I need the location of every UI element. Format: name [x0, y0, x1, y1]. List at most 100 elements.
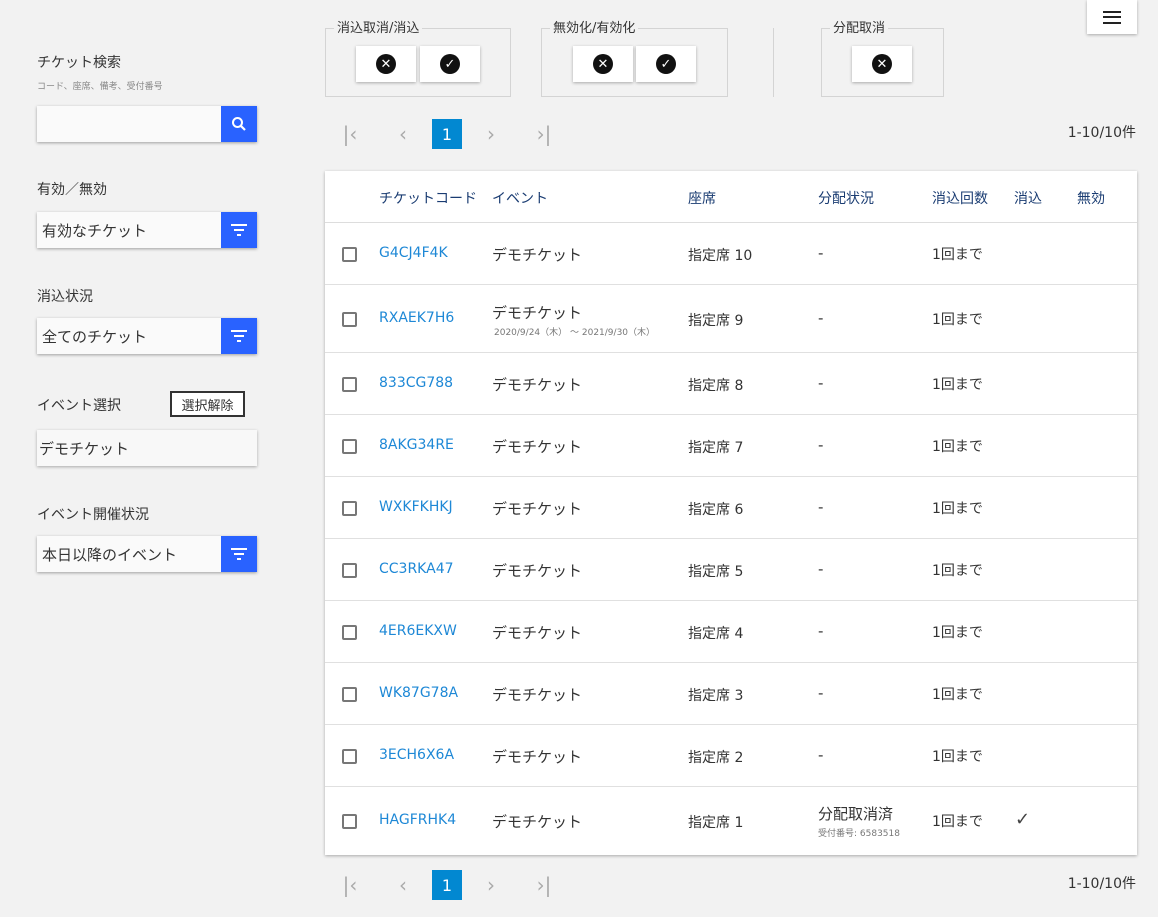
ticket-code-link[interactable]: WK87G78A	[379, 685, 458, 701]
check-circle-icon: ✓	[440, 54, 460, 74]
consume-value: 全てのチケット	[42, 327, 148, 346]
ticket-code-link[interactable]: 4ER6EKXW	[379, 623, 457, 639]
consume-count: 1回まで	[932, 625, 983, 641]
event-selected-field[interactable]: デモチケット	[37, 430, 257, 466]
chevron-left-icon: ‹	[399, 122, 407, 146]
distribution-status: -	[818, 498, 824, 516]
receipt-number: 受付番号: 6583518	[818, 829, 900, 839]
event-held-filter-button[interactable]	[221, 536, 257, 572]
consume-select[interactable]: 全てのチケット	[37, 318, 257, 354]
event-name: デモチケット	[492, 246, 583, 264]
validity-filter-button[interactable]	[221, 212, 257, 248]
table-row: 833CG788 デモチケット 指定席 8 - 1回まで	[325, 353, 1137, 415]
consume-count: 1回まで	[932, 501, 983, 517]
distribution-status: -	[818, 622, 824, 640]
seat: 指定席 5	[688, 564, 744, 580]
first-page-icon: |‹	[342, 873, 358, 897]
row-checkbox[interactable]	[342, 377, 357, 392]
event-label: イベント選択	[37, 398, 121, 414]
filter-icon	[231, 224, 247, 236]
ticket-code-link[interactable]: G4CJ4F4K	[379, 245, 448, 261]
search-field	[37, 106, 257, 142]
row-checkbox[interactable]	[342, 439, 357, 454]
filter-icon	[231, 548, 247, 560]
header-seat[interactable]: 座席	[688, 188, 716, 208]
event-held-select[interactable]: 本日以降のイベント	[37, 536, 257, 572]
current-page[interactable]: 1	[432, 119, 462, 149]
distribution-status: -	[818, 746, 824, 764]
row-checkbox[interactable]	[342, 749, 357, 764]
clear-selection-button[interactable]: 選択解除	[170, 391, 245, 417]
header-consume-count[interactable]: 消込回数	[932, 188, 988, 208]
consume-count: 1回まで	[932, 687, 983, 703]
event-period: 2020/9/24（木） ～ 2021/9/30（木）	[494, 328, 656, 338]
ticket-code-link[interactable]: 833CG788	[379, 375, 453, 391]
close-circle-icon: ✕	[593, 54, 613, 74]
row-checkbox[interactable]	[342, 501, 357, 516]
header-disabled[interactable]: 無効	[1077, 188, 1105, 208]
consume-filter-button[interactable]	[221, 318, 257, 354]
next-page-button[interactable]: ›	[478, 119, 504, 149]
event-name: デモチケット	[492, 304, 583, 322]
prev-page-button[interactable]: ‹	[390, 870, 416, 900]
header-distribution[interactable]: 分配状況	[818, 188, 874, 208]
last-page-icon: ›|	[536, 122, 552, 146]
seat: 指定席 4	[688, 626, 744, 642]
first-page-button[interactable]: |‹	[336, 870, 364, 900]
ticket-code-link[interactable]: 3ECH6X6A	[379, 747, 454, 763]
event-held-value: 本日以降のイベント	[42, 545, 178, 564]
ticket-code-link[interactable]: RXAEK7H6	[379, 310, 454, 326]
validity-select[interactable]: 有効なチケット	[37, 212, 257, 248]
row-checkbox[interactable]	[342, 687, 357, 702]
next-page-button[interactable]: ›	[478, 870, 504, 900]
row-checkbox[interactable]	[342, 563, 357, 578]
header-consumed[interactable]: 消込	[1014, 188, 1042, 208]
chevron-right-icon: ›	[487, 873, 495, 897]
table-row: 3ECH6X6A デモチケット 指定席 2 - 1回まで	[325, 725, 1137, 787]
event-name: デモチケット	[492, 748, 583, 766]
row-checkbox[interactable]	[342, 312, 357, 327]
header-event[interactable]: イベント	[492, 188, 548, 208]
seat: 指定席 6	[688, 502, 744, 518]
last-page-button[interactable]: ›|	[530, 119, 558, 149]
last-page-button[interactable]: ›|	[530, 870, 558, 900]
seat: 指定席 9	[688, 313, 744, 329]
header-code[interactable]: チケットコード	[379, 188, 477, 208]
distribution-status: -	[818, 309, 824, 327]
ticket-code-link[interactable]: WXKFKHKJ	[379, 499, 453, 515]
consume-count: 1回まで	[932, 377, 983, 393]
consume-button[interactable]: ✓	[420, 46, 480, 82]
seat: 指定席 8	[688, 378, 744, 394]
chevron-right-icon: ›	[487, 122, 495, 146]
cancel-distribution-button[interactable]: ✕	[852, 46, 912, 82]
row-checkbox[interactable]	[342, 247, 357, 262]
ticket-code-link[interactable]: HAGFRHK4	[379, 812, 456, 828]
unconsume-button[interactable]: ✕	[356, 46, 416, 82]
seat: 指定席 1	[688, 815, 744, 831]
row-checkbox[interactable]	[342, 814, 357, 829]
first-page-button[interactable]: |‹	[336, 119, 364, 149]
seat: 指定席 3	[688, 688, 744, 704]
distribution-status: -	[818, 436, 824, 454]
consume-count: 1回まで	[932, 439, 983, 455]
event-held-label: イベント開催状況	[37, 507, 149, 523]
distribution-status: -	[818, 244, 824, 262]
current-page[interactable]: 1	[432, 870, 462, 900]
menu-button[interactable]	[1087, 0, 1137, 34]
event-name: デモチケット	[492, 686, 583, 704]
disable-button[interactable]: ✕	[573, 46, 633, 82]
event-name: デモチケット	[492, 376, 583, 394]
divider	[773, 28, 774, 97]
prev-page-button[interactable]: ‹	[390, 119, 416, 149]
pagination-bottom: |‹ ‹ 1 › ›|	[332, 870, 562, 900]
row-checkbox[interactable]	[342, 625, 357, 640]
seat: 指定席 10	[688, 248, 753, 264]
distribution-status: -	[818, 374, 824, 392]
search-icon	[232, 117, 246, 131]
ticket-code-link[interactable]: CC3RKA47	[379, 561, 454, 577]
ticket-code-link[interactable]: 8AKG34RE	[379, 437, 454, 453]
chevron-left-icon: ‹	[399, 873, 407, 897]
enable-button[interactable]: ✓	[636, 46, 696, 82]
search-button[interactable]	[221, 106, 257, 142]
consumed-check-icon: ✓	[1015, 809, 1031, 830]
